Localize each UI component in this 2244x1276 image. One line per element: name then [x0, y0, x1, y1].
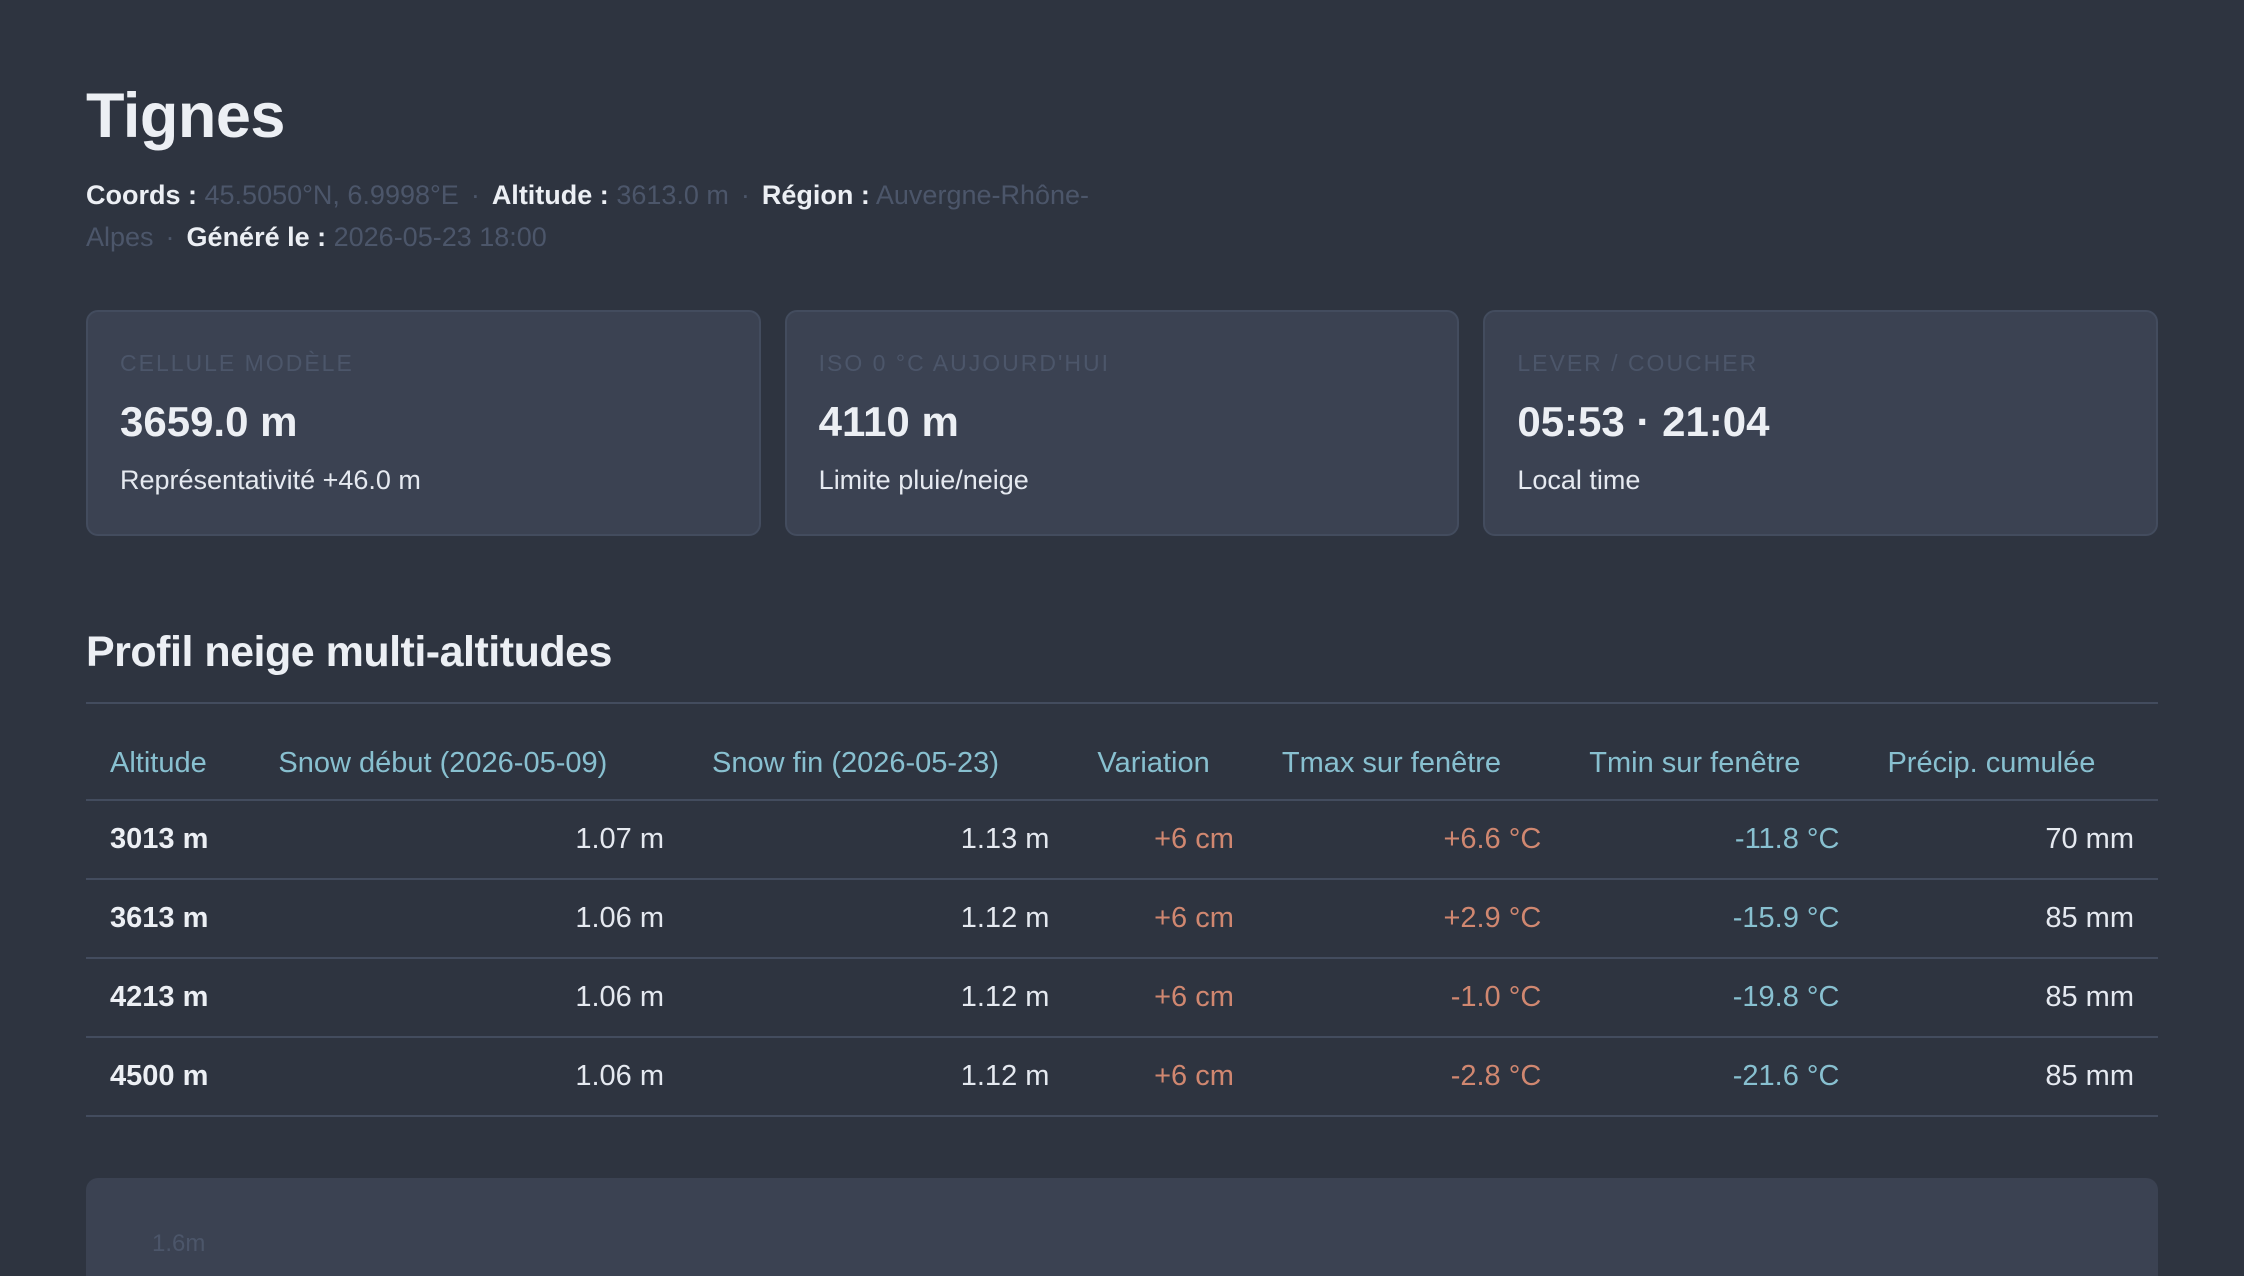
table-row: 4500 m 1.06 m 1.12 m +6 cm -2.8 °C -21.6…	[86, 1037, 2158, 1117]
station-title: Tignes	[86, 81, 285, 151]
card-iso-zero: ISO 0 °C aujourd'hui 4110 m Limite pluie…	[784, 310, 1460, 536]
snow-profile-table: Altitude Snow début (2026-05-09) Snow fi…	[86, 728, 2158, 1117]
cell-variation: +6 cm	[1073, 800, 1258, 880]
cell-snow-start: 1.07 m	[254, 800, 689, 880]
column-header: Snow début (2026-05-09)	[254, 728, 689, 801]
meta-separator: ·	[470, 180, 480, 210]
cell-altitude: 3013 m	[86, 800, 255, 880]
cell-tmin: -21.6 °C	[1565, 1037, 1864, 1117]
card-label: Lever / coucher	[1517, 350, 1759, 376]
cell-snow-start: 1.06 m	[254, 879, 689, 959]
cell-variation: +6 cm	[1073, 958, 1258, 1038]
cell-snow-end: 1.12 m	[688, 1037, 1074, 1117]
cell-altitude: 4213 m	[86, 958, 255, 1038]
page: Tignes Coords : 45.5050°N, 6.9998°E · Alti…	[0, 0, 2244, 1276]
card-sub: Local time	[1517, 465, 1641, 495]
card-label: ISO 0 °C aujourd'hui	[818, 350, 1110, 376]
cell-altitude: 3613 m	[86, 879, 255, 959]
cell-snow-start: 1.06 m	[254, 1037, 689, 1117]
column-header: Tmin sur fenêtre	[1565, 728, 1864, 801]
station-meta: Coords : 45.5050°N, 6.9998°E · Altitude : …	[86, 174, 1216, 258]
cell-precip: 85 mm	[1863, 1037, 2158, 1117]
cell-variation: +6 cm	[1073, 1037, 1258, 1117]
generated-value: 2026-05-23 18:00	[333, 222, 547, 252]
cell-snow-start: 1.06 m	[254, 958, 689, 1038]
column-header: Précip. cumulée	[1863, 728, 2158, 801]
card-value: 05:53 · 21:04	[1517, 398, 1770, 445]
cell-snow-end: 1.12 m	[688, 958, 1074, 1038]
card-value: 3659.0 m	[120, 398, 298, 445]
table-row: 4213 m 1.06 m 1.12 m +6 cm -1.0 °C -19.8…	[86, 958, 2158, 1038]
cell-tmax: +6.6 °C	[1257, 800, 1566, 880]
cell-precip: 85 mm	[1863, 879, 2158, 959]
column-header: Altitude	[86, 728, 255, 801]
table-header-row: Altitude Snow début (2026-05-09) Snow fi…	[86, 728, 2158, 801]
cell-precip: 70 mm	[1863, 800, 2158, 880]
snow-chart-panel: 1.6m	[86, 1178, 2158, 1276]
meta-separator: ·	[165, 222, 175, 252]
coords-label: Coords :	[86, 180, 197, 210]
cell-altitude: 4500 m	[86, 1037, 255, 1117]
column-header: Snow fin (2026-05-23)	[688, 728, 1074, 801]
cell-tmax: -2.8 °C	[1257, 1037, 1566, 1117]
cell-variation: +6 cm	[1073, 879, 1258, 959]
cell-precip: 85 mm	[1863, 958, 2158, 1038]
generated-label: Généré le :	[186, 222, 327, 252]
region-label: Région :	[761, 180, 870, 210]
altitude-value: 3613.0 m	[616, 180, 729, 210]
card-value: 4110 m	[818, 398, 959, 445]
cell-snow-end: 1.12 m	[688, 879, 1074, 959]
chart-y-tick: 1.6m	[152, 1230, 206, 1257]
cell-tmax: +2.9 °C	[1257, 879, 1566, 959]
coords-value: 45.5050°N, 6.9998°E	[204, 180, 459, 210]
cell-snow-end: 1.13 m	[688, 800, 1074, 880]
summary-cards: Cellule modèle 3659.0 m Représentativité…	[86, 310, 2159, 536]
cell-tmin: -15.9 °C	[1565, 879, 1864, 959]
table-row: 3013 m 1.07 m 1.13 m +6 cm +6.6 °C -11.8…	[86, 800, 2158, 880]
card-sunrise-sunset: Lever / coucher 05:53 · 21:04 Local time	[1483, 310, 2159, 536]
cell-tmax: -1.0 °C	[1257, 958, 1566, 1038]
card-label: Cellule modèle	[120, 350, 354, 376]
card-model-cell: Cellule modèle 3659.0 m Représentativité…	[86, 310, 761, 536]
table-row: 3613 m 1.06 m 1.12 m +6 cm +2.9 °C -15.9…	[86, 879, 2158, 959]
meta-separator: ·	[740, 180, 750, 210]
card-sub: Limite pluie/neige	[818, 465, 1029, 495]
column-header: Variation	[1073, 728, 1258, 801]
cell-tmin: -19.8 °C	[1565, 958, 1864, 1038]
section-title: Profil neige multi-altitudes	[86, 624, 2158, 704]
cell-tmin: -11.8 °C	[1565, 800, 1864, 880]
altitude-label: Altitude :	[491, 180, 609, 210]
column-header: Tmax sur fenêtre	[1257, 728, 1566, 801]
card-sub: Représentativité +46.0 m	[120, 465, 421, 495]
